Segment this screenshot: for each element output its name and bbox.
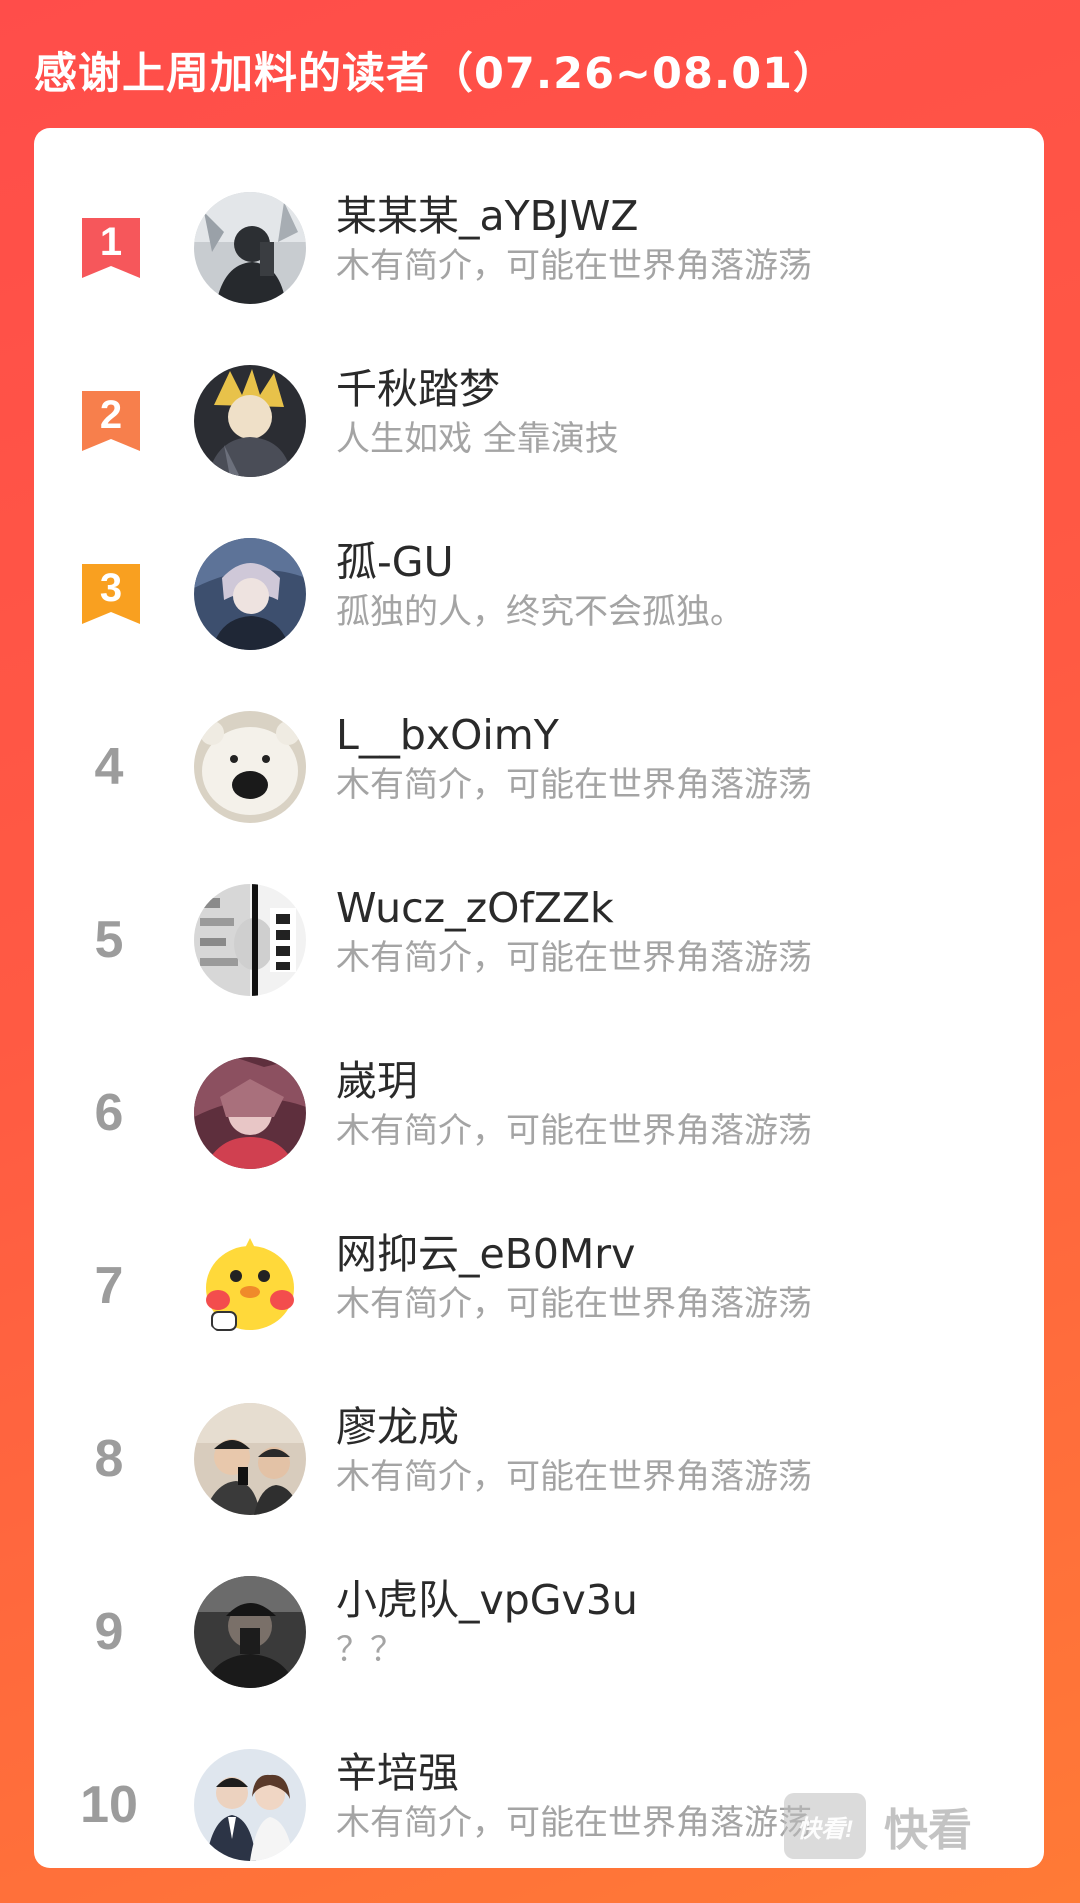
reader-name: 辛培强 [336, 1749, 459, 1797]
avatar[interactable] [194, 538, 306, 650]
list-item[interactable]: 6 嵗玥 木有简介，可能在世界角落游荡 [34, 1021, 1044, 1194]
rank-number: 4 [94, 738, 124, 796]
avatar[interactable] [194, 1057, 306, 1169]
rank-number: 8 [94, 1430, 124, 1488]
app-watermark: 快看! 快看 [784, 1790, 972, 1862]
rank-number: 7 [94, 1257, 124, 1315]
avatar[interactable] [194, 884, 306, 996]
list-item[interactable]: 5 Wucz_zOfZZk 木有简介，可能在世界角落游荡 [34, 848, 1044, 1021]
avatar[interactable] [194, 1749, 306, 1861]
avatar[interactable] [194, 192, 306, 304]
avatar[interactable] [194, 1230, 306, 1342]
list-item[interactable]: 4 L__bxOimY 木有简介，可能在世界角落游荡 [34, 675, 1044, 848]
reader-bio: 木有简介，可能在世界角落游荡 [336, 246, 812, 286]
reader-name: Wucz_zOfZZk [336, 884, 614, 932]
page-title: 感谢上周加料的读者（07.26~08.01） [34, 49, 838, 99]
list-item[interactable]: 2 千秋踏梦 人生如戏 全靠演技 [34, 329, 1044, 502]
rank-ribbon-icon: 2 [82, 391, 140, 451]
list-item[interactable]: 3 孤-GU 孤独的人，终究不会孤独。 [34, 502, 1044, 675]
avatar[interactable] [194, 1403, 306, 1515]
reader-bio: ？？ [336, 1630, 404, 1670]
reader-name: 网抑云_eB0Mrv [336, 1230, 636, 1278]
rank-ribbon-icon: 3 [82, 564, 140, 624]
reader-bio: 人生如戏 全靠演技 [336, 419, 619, 459]
reader-bio: 木有简介，可能在世界角落游荡 [336, 1457, 812, 1497]
reader-name: 小虎队_vpGv3u [336, 1576, 638, 1624]
reader-bio: 木有简介，可能在世界角落游荡 [336, 1111, 812, 1151]
kuaikan-logo-icon: 快看! [784, 1793, 866, 1859]
reader-bio: 木有简介，可能在世界角落游荡 [336, 938, 812, 978]
reader-name: 嵗玥 [336, 1057, 418, 1105]
list-item[interactable]: 1 某某某_aYBJWZ 木有简介，可能在世界角落游荡 [34, 156, 1044, 329]
reader-ranking-card: 1 某某某_aYBJWZ 木有简介，可能在世界角落游荡 2 千秋踏梦 人生如戏 … [34, 128, 1044, 1868]
list-item[interactable]: 7 网抑云_eB0Mrv 木有简介，可能在世界角落游荡 [34, 1194, 1044, 1367]
avatar[interactable] [194, 1576, 306, 1688]
reader-list: 1 某某某_aYBJWZ 木有简介，可能在世界角落游荡 2 千秋踏梦 人生如戏 … [34, 156, 1044, 1868]
reader-bio: 孤独的人，终究不会孤独。 [336, 592, 744, 632]
rank-number: 9 [94, 1603, 124, 1661]
rank-ribbon-icon: 1 [82, 218, 140, 278]
reader-bio: 木有简介，可能在世界角落游荡 [336, 1284, 812, 1324]
watermark-text: 快看 [884, 1805, 972, 1856]
reader-name: 千秋踏梦 [336, 365, 500, 413]
list-item[interactable]: 8 廖龙成 木有简介，可能在世界角落游荡 [34, 1367, 1044, 1540]
reader-name: 孤-GU [336, 538, 454, 586]
avatar[interactable] [194, 365, 306, 477]
reader-name: 某某某_aYBJWZ [336, 192, 639, 240]
reader-bio: 木有简介，可能在世界角落游荡 [336, 765, 812, 805]
rank-number: 5 [94, 911, 124, 969]
reader-bio: 木有简介，可能在世界角落游荡 [336, 1803, 812, 1843]
reader-name: L__bxOimY [336, 711, 559, 759]
reader-name: 廖龙成 [336, 1403, 459, 1451]
list-item[interactable]: 9 小虎队_vpGv3u ？？ [34, 1540, 1044, 1713]
rank-number: 6 [94, 1084, 124, 1142]
avatar[interactable] [194, 711, 306, 823]
rank-number: 10 [80, 1776, 138, 1834]
